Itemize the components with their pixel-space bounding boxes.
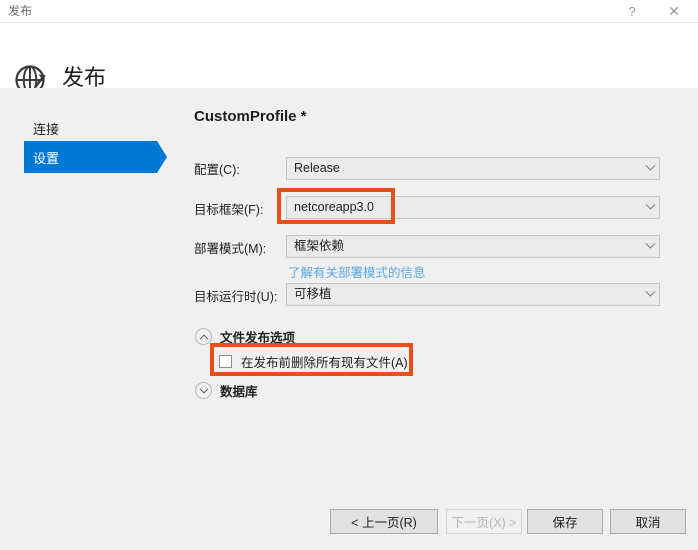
file-publish-options-expander[interactable]: 文件发布选项 — [195, 327, 295, 346]
configuration-label: 配置(C): — [194, 163, 240, 177]
delete-existing-files-label: 在发布前删除所有现有文件(A) — [241, 356, 408, 370]
sidebar-item-settings-label: 设置 — [33, 150, 60, 166]
target-framework-value: netcoreapp3.0 — [294, 200, 374, 214]
deployment-mode-combo[interactable]: 框架依赖 — [286, 235, 660, 258]
cancel-button-label: 取消 — [635, 516, 661, 530]
save-button[interactable]: 保存 — [527, 509, 603, 534]
next-button-label: 下一页(X) > — [451, 516, 517, 530]
chevron-down-icon[interactable] — [641, 158, 659, 179]
delete-existing-files-checkbox[interactable]: 在发布前删除所有现有文件(A) — [219, 352, 408, 371]
chevron-down-icon[interactable] — [641, 236, 659, 257]
configuration-value: Release — [294, 161, 340, 175]
database-label: 数据库 — [220, 385, 258, 399]
target-runtime-value: 可移植 — [294, 287, 332, 301]
sidebar-item-settings[interactable]: 设置 — [24, 141, 157, 173]
save-button-label: 保存 — [552, 516, 578, 530]
dialog-header: 发布 — [0, 23, 698, 95]
chevron-up-icon — [195, 328, 212, 345]
sidebar-item-connect[interactable]: 连接 — [24, 112, 59, 144]
database-expander[interactable]: 数据库 — [195, 381, 258, 400]
help-icon[interactable]: ? — [612, 0, 652, 22]
deployment-mode-value: 框架依赖 — [294, 239, 345, 253]
profile-name-title: CustomProfile * — [194, 108, 307, 125]
chevron-down-icon[interactable] — [641, 284, 659, 305]
window-titlebar: 发布 ? ✕ — [0, 0, 698, 23]
deployment-mode-help-link[interactable]: 了解有关部署模式的信息 — [288, 262, 426, 281]
cancel-button[interactable]: 取消 — [610, 509, 686, 534]
chevron-down-icon[interactable] — [641, 197, 659, 218]
target-runtime-label: 目标运行时(U): — [194, 290, 278, 304]
target-framework-label: 目标框架(F): — [194, 203, 264, 217]
target-runtime-combo[interactable]: 可移植 — [286, 283, 660, 306]
target-framework-combo[interactable]: netcoreapp3.0 — [286, 196, 660, 219]
close-icon[interactable]: ✕ — [654, 0, 694, 22]
publish-dialog: 发布 ? ✕ 发布 连接 设置 CustomProfile * 配置(C): R… — [0, 0, 698, 550]
file-publish-options-label: 文件发布选项 — [220, 331, 296, 345]
next-button: 下一页(X) > — [446, 509, 522, 534]
sidebar-item-connect-label: 连接 — [33, 121, 60, 137]
previous-button[interactable]: < 上一页(R) — [330, 509, 438, 534]
configuration-combo[interactable]: Release — [286, 157, 660, 180]
previous-button-label: < 上一页(R) — [351, 516, 417, 530]
checkbox-box[interactable] — [219, 355, 232, 368]
window-title: 发布 — [8, 4, 33, 18]
chevron-down-icon — [195, 382, 212, 399]
deployment-mode-label: 部署模式(M): — [194, 242, 267, 256]
sidebar-selection-arrow — [157, 141, 167, 173]
